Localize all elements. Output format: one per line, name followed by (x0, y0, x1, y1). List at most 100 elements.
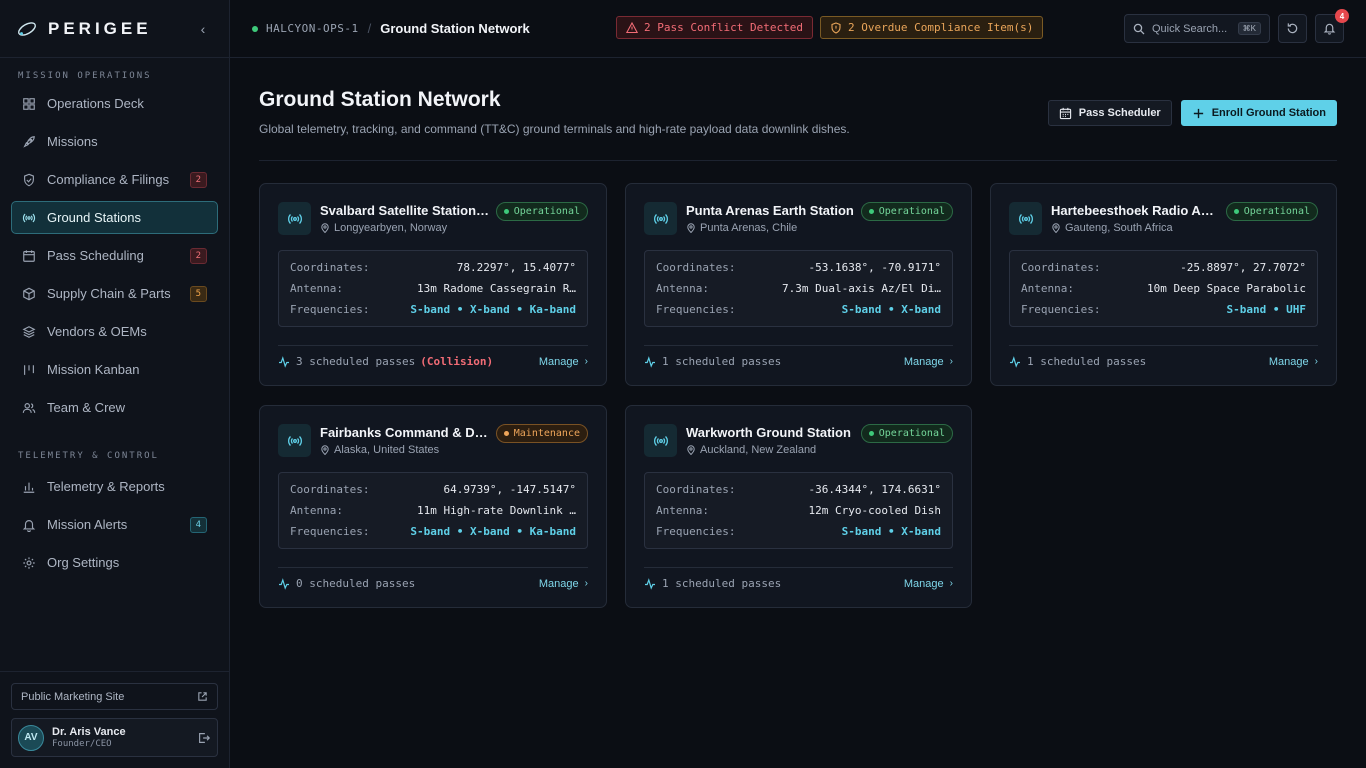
external-link-icon (198, 692, 207, 701)
avatar: AV (18, 724, 44, 751)
layers-icon (22, 325, 36, 338)
spec-row-coordinates: Coordinates: 64.9739°, -147.5147° (290, 479, 576, 500)
enroll-ground-station-button[interactable]: Enroll Ground Station (1180, 100, 1337, 126)
sidebar-item-ground-stations[interactable]: Ground Stations (11, 201, 218, 234)
sidebar-item-telemetry-reports[interactable]: Telemetry & Reports (11, 470, 218, 503)
station-specs: Coordinates: -36.4344°, 174.6631° Antenna… (644, 472, 953, 549)
notifications-button[interactable]: 4 (1315, 9, 1349, 43)
status-text: Operational (878, 428, 945, 439)
manage-station-link[interactable]: Manage › (1269, 356, 1318, 368)
public-marketing-site-link[interactable]: Public Marketing Site (11, 683, 218, 710)
manage-station-link[interactable]: Manage › (539, 578, 588, 590)
sidebar-item-pass-scheduling[interactable]: Pass Scheduling 2 (11, 239, 218, 272)
manage-station-link[interactable]: Manage › (904, 356, 953, 368)
manage-station-link[interactable]: Manage › (904, 578, 953, 590)
station-title-block: Punta Arenas Earth Station Punta Arenas,… (686, 202, 855, 234)
sidebar-item-vendors[interactable]: Vendors & OEMs (11, 315, 218, 348)
enroll-ground-station-label: Enroll Ground Station (1211, 107, 1326, 119)
section-label-mission-operations: MISSION OPERATIONS (18, 71, 152, 81)
broadcast-icon (287, 435, 302, 446)
chevron-right-icon: › (949, 578, 953, 589)
sidebar-item-team[interactable]: Team & Crew (11, 391, 218, 424)
sidebar-item-label: Org Settings (47, 555, 120, 570)
broadcast-icon (287, 213, 302, 224)
spec-row-antenna: Antenna: 11m High-rate Downlink … (290, 500, 576, 521)
refresh-icon (1287, 23, 1298, 34)
status-text: Maintenance (513, 428, 580, 439)
activity-icon (279, 355, 289, 368)
environment-name[interactable]: HALCYON-OPS-1 (266, 22, 359, 35)
supply-chain-count-badge: 5 (189, 285, 207, 302)
collision-flag: (Collision) (420, 355, 494, 368)
sidebar-item-label: Mission Alerts (47, 517, 128, 532)
manage-station-link[interactable]: Manage › (539, 356, 588, 368)
rocket-icon (23, 135, 35, 148)
station-title-block: Fairbanks Command & Da... Alaska, United… (320, 424, 490, 456)
status-dot (868, 431, 874, 436)
sidebar-item-mission-alerts[interactable]: Mission Alerts 4 (11, 508, 218, 541)
station-location-text: Auckland, New Zealand (700, 444, 817, 456)
station-location-text: Longyearbyen, Norway (334, 222, 448, 234)
user-name: Dr. Aris Vance (52, 726, 126, 738)
station-card-footer: 3 scheduled passes (Collision) Manage › (278, 345, 588, 368)
manage-label: Manage (903, 577, 944, 590)
spec-label: Coordinates: (656, 261, 736, 274)
antenna-value: 11m High-rate Downlink … (417, 504, 576, 517)
activity-icon (645, 577, 655, 590)
nav-mission-operations: Operations Deck Missions Compliance & Fi… (0, 87, 229, 429)
station-title-block: Warkworth Ground Station Auckland, New Z… (686, 424, 855, 456)
user-role: Founder/CEO (52, 739, 112, 749)
sidebar-item-supply-chain[interactable]: Supply Chain & Parts 5 (11, 277, 218, 310)
plus-icon (1193, 108, 1203, 118)
logout-icon[interactable] (197, 731, 211, 745)
scheduled-passes: 1 scheduled passes (662, 355, 782, 368)
quick-search-input[interactable]: Quick Search... ⌘K (1124, 14, 1270, 43)
warning-triangle-icon (626, 21, 638, 33)
refresh-button[interactable] (1278, 14, 1307, 43)
scheduled-passes: 3 scheduled passes (296, 355, 416, 368)
pass-scheduler-button[interactable]: Pass Scheduler (1047, 100, 1172, 126)
sidebar-item-kanban[interactable]: Mission Kanban (11, 353, 218, 386)
page-header: Ground Station Network Global telemetry,… (259, 86, 1337, 161)
station-location: Longyearbyen, Norway (320, 222, 490, 234)
manage-label: Manage (538, 355, 579, 368)
manage-label: Manage (903, 355, 944, 368)
nav-telemetry: Telemetry & Reports Mission Alerts 4 Org… (0, 470, 229, 584)
page-content: Ground Station Network Global telemetry,… (230, 58, 1366, 608)
station-specs: Coordinates: 64.9739°, -147.5147° Antenna… (278, 472, 588, 549)
station-title-block: Hartebeesthoek Radio Ast... Gauteng, Sou… (1051, 202, 1220, 234)
pass-conflict-alert[interactable]: 2 Pass Conflict Detected (616, 16, 813, 39)
chevron-right-icon: › (949, 356, 953, 367)
station-card: Fairbanks Command & Da... Alaska, United… (259, 405, 607, 608)
collapse-sidebar-icon[interactable]: ‹ (193, 21, 213, 37)
sidebar-item-operations-deck[interactable]: Operations Deck (11, 87, 218, 120)
sidebar-item-org-settings[interactable]: Org Settings (11, 546, 218, 579)
alert-banners: 2 Pass Conflict Detected 2 Overdue Compl… (616, 16, 1044, 39)
brand-header: PERIGEE ‹ (0, 0, 229, 58)
coordinates-value: 78.2297°, 15.4077° (456, 261, 576, 274)
antenna-value: 7.3m Dual-axis Az/El Di… (782, 282, 941, 295)
sidebar-item-compliance[interactable]: Compliance & Filings 2 (11, 163, 218, 196)
station-card-header: Hartebeesthoek Radio Ast... Gauteng, Sou… (1009, 202, 1318, 235)
coordinates-value: -25.8897°, 27.7072° (1180, 261, 1306, 274)
coordinates-value: -36.4344°, 174.6631° (808, 483, 941, 496)
sidebar-item-label: Mission Kanban (47, 362, 140, 377)
station-card: Punta Arenas Earth Station Punta Arenas,… (625, 183, 972, 386)
shield-alert-icon (831, 21, 841, 34)
topbar-actions: Quick Search... ⌘K 4 (1124, 9, 1349, 43)
scheduled-passes: 1 scheduled passes (1027, 355, 1147, 368)
station-card-header: Svalbard Satellite Station (... Longyear… (278, 202, 588, 235)
user-profile[interactable]: AV Dr. Aris Vance Founder/CEO (11, 718, 218, 757)
spec-label: Coordinates: (290, 261, 370, 274)
spec-row-coordinates: Coordinates: -53.1638°, -70.9171° (656, 257, 941, 278)
dashboard-icon (23, 97, 35, 110)
station-icon-wrap (278, 424, 311, 457)
compliance-overdue-alert[interactable]: 2 Overdue Compliance Item(s) (819, 16, 1044, 39)
antenna-value: 10m Deep Space Parabolic (1147, 282, 1306, 295)
sidebar-item-missions[interactable]: Missions (11, 125, 218, 158)
station-icon-wrap (1009, 202, 1042, 235)
page-heading: Ground Station Network Global telemetry,… (259, 86, 850, 136)
station-card: Hartebeesthoek Radio Ast... Gauteng, Sou… (990, 183, 1337, 386)
brand-name: PERIGEE (48, 18, 152, 38)
broadcast-icon (653, 213, 668, 224)
